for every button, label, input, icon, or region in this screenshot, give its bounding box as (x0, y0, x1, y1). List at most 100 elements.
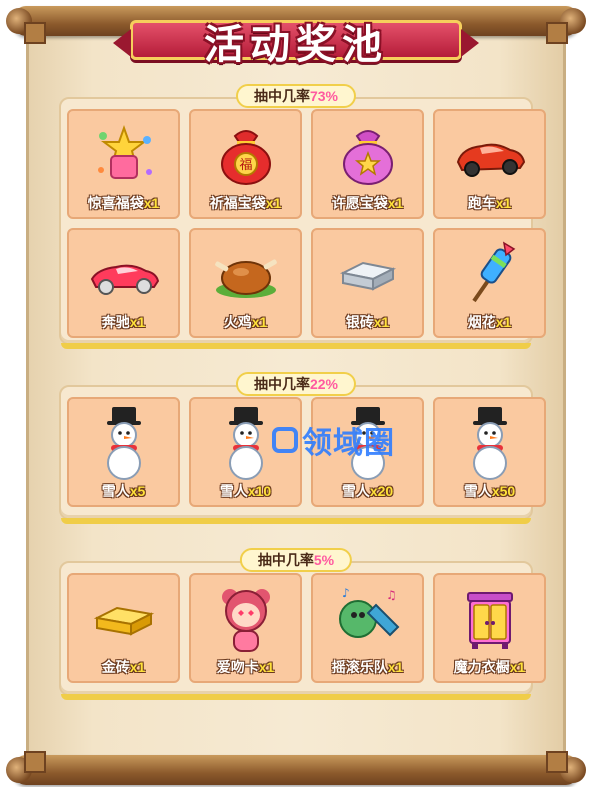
prize-label: 爱吻卡x1 (191, 657, 300, 677)
prize-name: 雪人 (341, 483, 370, 499)
prize-label: 雪人x50 (435, 481, 544, 501)
blessing-treasure-bag-icon: 福 (191, 117, 300, 193)
probability-rate: 73% (309, 88, 339, 104)
prize-grid: 金砖x1 爱吻卡x1 ♪ ♫ 摇滚乐队x1 魔力衣橱x1 (67, 573, 546, 683)
prize-name: 惊喜福袋 (87, 195, 144, 211)
corner-ornament (24, 751, 46, 773)
prize-label: 火鸡x1 (191, 312, 300, 332)
prize-quantity: x10 (247, 483, 272, 499)
corner-ornament (546, 751, 568, 773)
prize-label: 惊喜福袋x1 (69, 193, 178, 213)
prize-label: 跑车x1 (435, 193, 544, 213)
prize-label: 祈福宝袋x1 (191, 193, 300, 213)
prize-label: 许愿宝袋x1 (313, 193, 422, 213)
prize-name: 雪人 (463, 483, 492, 499)
prize-label: 雪人x5 (69, 481, 178, 501)
rock-band-icon: ♪ ♫ (313, 581, 422, 657)
prize-name: 许愿宝袋 (331, 195, 388, 211)
watermark-text: 领域圈 (302, 427, 395, 460)
prize-name: 祈福宝袋 (209, 195, 266, 211)
benz-car-icon (69, 236, 178, 312)
silver-brick-icon (313, 236, 422, 312)
snowman-icon (435, 405, 544, 481)
sports-car-icon (435, 117, 544, 193)
prize-label: 烟花x1 (435, 312, 544, 332)
prize-name: 奔驰 (101, 314, 130, 330)
svg-text:福: 福 (239, 158, 252, 173)
snowman-icon (69, 405, 178, 481)
roast-turkey-icon (191, 236, 300, 312)
prize-card: 金砖x1 (67, 573, 180, 683)
tier-probability-label: 抽中几率73% (235, 84, 357, 108)
prize-card: 跑车x1 (433, 109, 546, 219)
prize-quantity: x1 (258, 659, 275, 675)
prize-name: 魔力衣橱 (453, 659, 510, 675)
prize-quantity: x1 (251, 314, 268, 330)
prize-card: 火鸡x1 (189, 228, 302, 338)
prize-quantity: x1 (129, 659, 146, 675)
title-banner: 活动奖池 (113, 4, 479, 68)
prize-quantity: x1 (143, 195, 160, 211)
prize-name: 雪人 (101, 483, 130, 499)
page-title: 活动奖池 (204, 23, 388, 67)
prize-quantity: x50 (491, 483, 516, 499)
prize-label: 奔驰x1 (69, 312, 178, 332)
scroll-bottom-roll (6, 755, 586, 785)
prize-card: ♪ ♫ 摇滚乐队x1 (311, 573, 424, 683)
prize-card: 奔驰x1 (67, 228, 180, 338)
prize-quantity: x1 (387, 659, 404, 675)
prize-card: 爱吻卡x1 (189, 573, 302, 683)
prize-label: 雪人x10 (191, 481, 300, 501)
corner-ornament (24, 22, 46, 44)
prize-tier-section: 抽中几率5% 金砖x1 爱吻卡x1 ♪ ♫ 摇滚乐队x1 魔力衣橱x1 (59, 548, 546, 700)
prize-quantity: x1 (373, 314, 390, 330)
gold-brick-icon (69, 581, 178, 657)
prize-name: 银砖 (345, 314, 374, 330)
prize-quantity: x1 (509, 659, 526, 675)
prize-quantity: x1 (495, 195, 512, 211)
probability-prefix: 抽中几率 (253, 88, 310, 104)
prize-label: 金砖x1 (69, 657, 178, 677)
prize-name: 金砖 (101, 659, 130, 675)
tier-probability-label: 抽中几率22% (235, 372, 357, 396)
prize-card: 许愿宝袋x1 (311, 109, 424, 219)
prize-quantity: x20 (369, 483, 394, 499)
magic-wardrobe-icon (435, 581, 544, 657)
probability-prefix: 抽中几率 (253, 376, 310, 392)
surprise-lucky-bag-icon (69, 117, 178, 193)
prize-label: 摇滚乐队x1 (313, 657, 422, 677)
probability-rate: 22% (309, 376, 339, 392)
svg-text:♫: ♫ (386, 588, 397, 602)
probability-rate: 5% (313, 552, 335, 568)
prize-name: 摇滚乐队 (331, 659, 388, 675)
prize-card: 雪人x50 (433, 397, 546, 507)
svg-text:♪: ♪ (342, 586, 350, 600)
watermark: 领域圈 (272, 420, 395, 460)
prize-quantity: x1 (495, 314, 512, 330)
tier-probability-label: 抽中几率5% (239, 548, 353, 572)
prize-quantity: x5 (129, 483, 146, 499)
wish-treasure-bag-icon (313, 117, 422, 193)
prize-label: 魔力衣橱x1 (435, 657, 544, 677)
prize-name: 爱吻卡 (216, 659, 259, 675)
prize-tier-section: 抽中几率73% 惊喜福袋x1 福祈福宝袋x1 许愿宝袋x1 跑车x1 奔驰x1 火鸡x1 银… (59, 84, 546, 349)
prize-name: 火鸡 (223, 314, 252, 330)
prize-grid: 惊喜福袋x1 福祈福宝袋x1 许愿宝袋x1 跑车x1 奔驰x1 火鸡x1 银砖x1 烟花x1 (67, 109, 546, 338)
prize-quantity: x1 (129, 314, 146, 330)
firework-rocket-icon (435, 236, 544, 312)
love-kiss-card-icon (191, 581, 300, 657)
prize-label: 银砖x1 (313, 312, 422, 332)
prize-card: 魔力衣橱x1 (433, 573, 546, 683)
prize-label: 雪人x20 (313, 481, 422, 501)
watermark-logo-icon (272, 427, 298, 453)
prize-name: 烟花 (467, 314, 496, 330)
prize-card: 惊喜福袋x1 (67, 109, 180, 219)
prize-card: 福祈福宝袋x1 (189, 109, 302, 219)
prize-quantity: x1 (265, 195, 282, 211)
prize-card: 烟花x1 (433, 228, 546, 338)
prize-card: 雪人x5 (67, 397, 180, 507)
corner-ornament (546, 22, 568, 44)
prize-quantity: x1 (387, 195, 404, 211)
prize-card: 银砖x1 (311, 228, 424, 338)
prize-name: 跑车 (467, 195, 496, 211)
